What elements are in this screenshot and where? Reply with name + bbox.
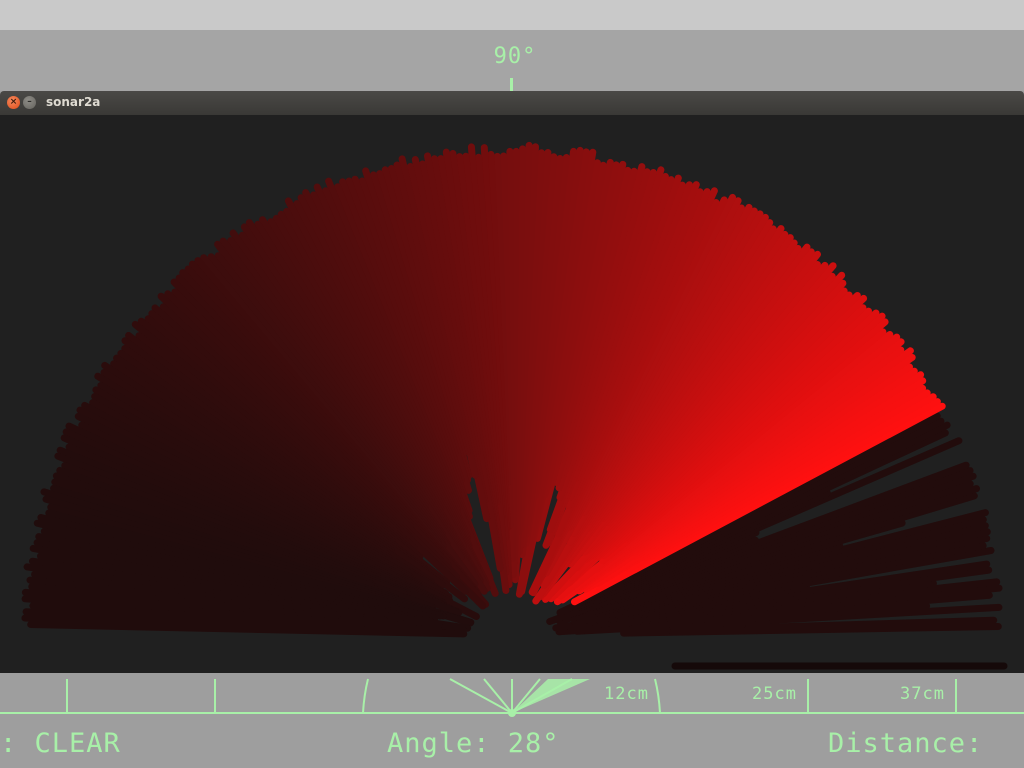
minimize-window-button[interactable]: – [23, 96, 36, 109]
status-text: : CLEAR [0, 728, 121, 759]
top-angle-tick [510, 78, 513, 92]
window-titlebar[interactable]: × – sonar2a [0, 91, 1024, 115]
sonar-canvas [0, 115, 1024, 673]
range-label-12cm: 12cm [604, 684, 649, 704]
background-top-bar [0, 0, 1024, 30]
range-label-37cm: 37cm [900, 684, 945, 704]
radar-origin [508, 709, 516, 717]
sweep-wedge [512, 679, 590, 713]
range-ring-left-2 [362, 678, 369, 714]
angle-line-30 [511, 678, 573, 714]
range-ring-right-1 [654, 678, 661, 714]
sonar-sweep-display [21, 141, 1008, 670]
sonar-window: × – sonar2a [0, 91, 1024, 675]
close-window-button[interactable]: × [7, 96, 20, 109]
angle-readout: Angle: 28° [387, 728, 560, 759]
range-grid [0, 678, 1024, 717]
angle-line-120 [483, 678, 513, 714]
window-title: sonar2a [46, 95, 101, 109]
distance-readout: Distance: [828, 728, 984, 759]
range-label-25cm: 25cm [752, 684, 797, 704]
top-angle-label: 90° [493, 44, 537, 69]
angle-line-150 [449, 678, 513, 714]
